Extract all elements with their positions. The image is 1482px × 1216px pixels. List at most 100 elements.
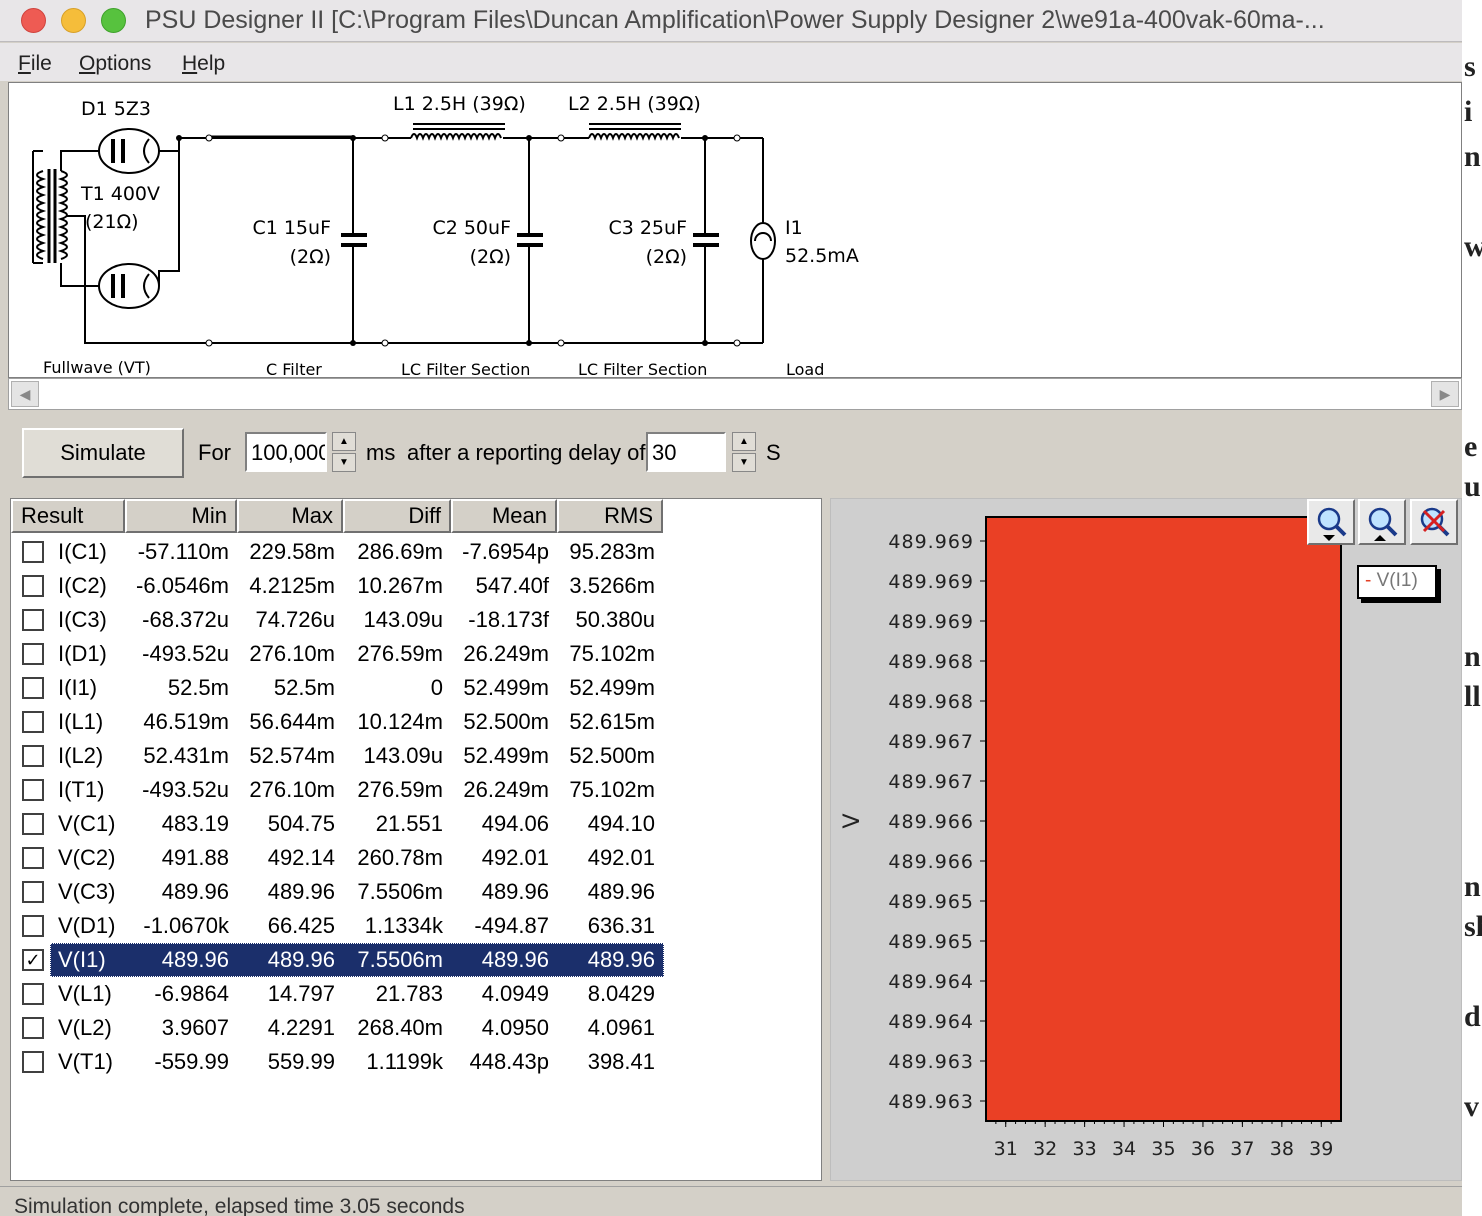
table-row[interactable]: I(L2) 52.431m 52.574m 143.09u 52.499m 52.500m — [11, 739, 823, 773]
row-checkbox[interactable] — [22, 575, 44, 597]
chevron-up-icon[interactable]: ▲ — [332, 432, 356, 451]
chevron-up-icon[interactable]: ▲ — [732, 432, 756, 451]
simulate-button[interactable]: Simulate — [22, 428, 184, 478]
for-label: For — [198, 440, 231, 465]
row-checkbox[interactable] — [22, 1017, 44, 1039]
cell-max: 56.644m — [249, 709, 335, 734]
minimize-window-button[interactable] — [61, 8, 86, 33]
menu-file[interactable]: File — [18, 52, 52, 76]
cell-rms: 75.102m — [569, 777, 655, 802]
y-tick-label: 489.963 — [888, 1091, 974, 1113]
y-tick-label: 489.963 — [888, 1051, 974, 1073]
label-i1-current: 52.5mA — [785, 245, 859, 267]
table-row[interactable]: ✓ V(I1) 489.96 489.96 7.5506m 489.96 489.96 — [11, 943, 823, 977]
table-row[interactable]: I(C2) -6.0546m 4.2125m 10.267m 547.40f 3.5266… — [11, 569, 823, 603]
cell-min: 52.431m — [143, 743, 229, 768]
label-i1: I1 — [785, 217, 803, 239]
close-window-button[interactable] — [21, 8, 46, 33]
column-header-min[interactable]: Min — [125, 499, 237, 533]
cell-rms: 489.96 — [587, 947, 655, 972]
table-row[interactable]: I(T1) -493.52u 276.10m 276.59m 26.249m 75.102… — [11, 773, 823, 807]
table-row[interactable]: V(L2) 3.9607 4.2291 268.40m 4.0950 4.0961 — [11, 1011, 823, 1045]
row-checkbox[interactable] — [22, 711, 44, 733]
scroll-left-button[interactable]: ◀ — [11, 381, 39, 407]
cell-max: 66.425 — [267, 913, 335, 938]
schematic-canvas[interactable]: D1 5Z3 T1 400V (21Ω) L1 2.5H (39Ω) L2 2.… — [8, 82, 1462, 378]
table-row[interactable]: V(C3) 489.96 489.96 7.5506m 489.96 489.96 — [11, 875, 823, 909]
row-checkbox[interactable]: ✓ — [22, 949, 44, 971]
row-checkbox[interactable] — [22, 983, 44, 1005]
y-tick-label: 489.969 — [888, 611, 974, 633]
cell-min: -6.0546m — [136, 573, 229, 598]
duration-stepper[interactable]: ▲ ▼ — [332, 432, 356, 472]
row-checkbox[interactable] — [22, 881, 44, 903]
series-area-v-i1 — [985, 516, 1342, 1122]
menu-help[interactable]: Help — [182, 52, 225, 76]
column-header-diff[interactable]: Diff — [343, 499, 451, 533]
column-header-result[interactable]: Result — [11, 499, 125, 533]
column-header-mean[interactable]: Mean — [451, 499, 557, 533]
table-row[interactable]: V(C1) 483.19 504.75 21.551 494.06 494.10 — [11, 807, 823, 841]
results-table[interactable]: Result Min Max Diff Mean RMS I(C1) -57.110m 229… — [10, 498, 822, 1181]
zoom-reset-button[interactable] — [1410, 499, 1458, 545]
x-tick-label: 37 — [1230, 1138, 1254, 1160]
row-checkbox[interactable] — [22, 1051, 44, 1073]
table-row[interactable]: V(C2) 491.88 492.14 260.78m 492.01 492.01 — [11, 841, 823, 875]
chart-legend: - V(I1) — [1357, 565, 1437, 599]
cell-mean: 4.0949 — [481, 981, 549, 1006]
zoom-out-button[interactable] — [1358, 499, 1406, 545]
table-row[interactable]: I(I1) 52.5m 52.5m 0 52.499m 52.499m — [11, 671, 823, 705]
label-d1: D1 5Z3 — [81, 98, 151, 120]
zoom-window-button[interactable] — [101, 8, 126, 33]
graph-panel[interactable]: 489.969 489.969 489.969 489.968 489.968 489.9… — [830, 498, 1462, 1181]
column-header-max[interactable]: Max — [237, 499, 343, 533]
table-row[interactable]: V(D1) -1.0670k 66.425 1.1334k -494.87 636.31 — [11, 909, 823, 943]
table-row[interactable]: I(L1) 46.519m 56.644m 10.124m 52.500m 52.615m — [11, 705, 823, 739]
row-checkbox[interactable] — [22, 847, 44, 869]
row-checkbox[interactable] — [22, 813, 44, 835]
chevron-down-icon[interactable]: ▼ — [332, 453, 356, 472]
row-checkbox[interactable] — [22, 541, 44, 563]
cell-mean: 494.06 — [481, 811, 549, 836]
chevron-down-icon[interactable]: ▼ — [732, 453, 756, 472]
row-checkbox[interactable] — [22, 609, 44, 631]
row-checkbox[interactable] — [22, 745, 44, 767]
table-row[interactable]: V(L1) -6.9864 14.797 21.783 4.0949 8.0429 — [11, 977, 823, 1011]
schematic-scrollbar[interactable]: ◀ ▶ — [8, 378, 1462, 410]
cell-diff: 276.59m — [357, 641, 443, 666]
table-row[interactable]: I(C3) -68.372u 74.726u 143.09u -18.173f 50.38… — [11, 603, 823, 637]
cell-mean: 4.0950 — [481, 1015, 549, 1040]
y-tick-label: 489.968 — [888, 691, 974, 713]
background-document: sin weu nlln shdv — [1462, 0, 1482, 1216]
cell-name: V(C2) — [58, 845, 116, 870]
table-row[interactable]: V(T1) -559.99 559.99 1.1199k 448.43p 398.41 — [11, 1045, 823, 1079]
table-row[interactable]: I(D1) -493.52u 276.10m 276.59m 26.249m 75.102… — [11, 637, 823, 671]
y-tick-label: 489.969 — [888, 571, 974, 593]
cell-max: 52.574m — [249, 743, 335, 768]
cell-name: I(D1) — [58, 641, 107, 666]
scroll-right-button[interactable]: ▶ — [1431, 381, 1459, 407]
cell-max: 4.2125m — [249, 573, 335, 598]
row-checkbox[interactable] — [22, 643, 44, 665]
cell-rms: 3.5266m — [569, 573, 655, 598]
x-tick-label: 39 — [1309, 1138, 1333, 1160]
y-tick-label: 489.965 — [888, 931, 974, 953]
row-checkbox[interactable] — [22, 915, 44, 937]
column-header-rms[interactable]: RMS — [557, 499, 663, 533]
cell-name: V(D1) — [58, 913, 116, 938]
delay-stepper[interactable]: ▲ ▼ — [732, 432, 756, 472]
cell-min: -68.372u — [142, 607, 229, 632]
duration-input[interactable]: 100,000 — [245, 432, 327, 472]
table-row[interactable]: I(C1) -57.110m 229.58m 286.69m -7.6954p 95.28… — [11, 535, 823, 569]
section-fullwave: Fullwave (VT) — [43, 358, 151, 377]
cell-max: 229.58m — [249, 539, 335, 564]
menu-options[interactable]: Options — [79, 52, 151, 76]
label-c3: C3 25uF — [608, 217, 687, 239]
delay-input[interactable]: 30 — [646, 432, 726, 472]
zoom-in-button[interactable] — [1307, 499, 1355, 545]
voltage-chart[interactable]: 489.969 489.969 489.969 489.968 489.968 489.9… — [831, 499, 1461, 1180]
row-checkbox[interactable] — [22, 779, 44, 801]
ms-label: ms — [366, 440, 396, 465]
cell-max: 489.96 — [267, 947, 335, 972]
row-checkbox[interactable] — [22, 677, 44, 699]
